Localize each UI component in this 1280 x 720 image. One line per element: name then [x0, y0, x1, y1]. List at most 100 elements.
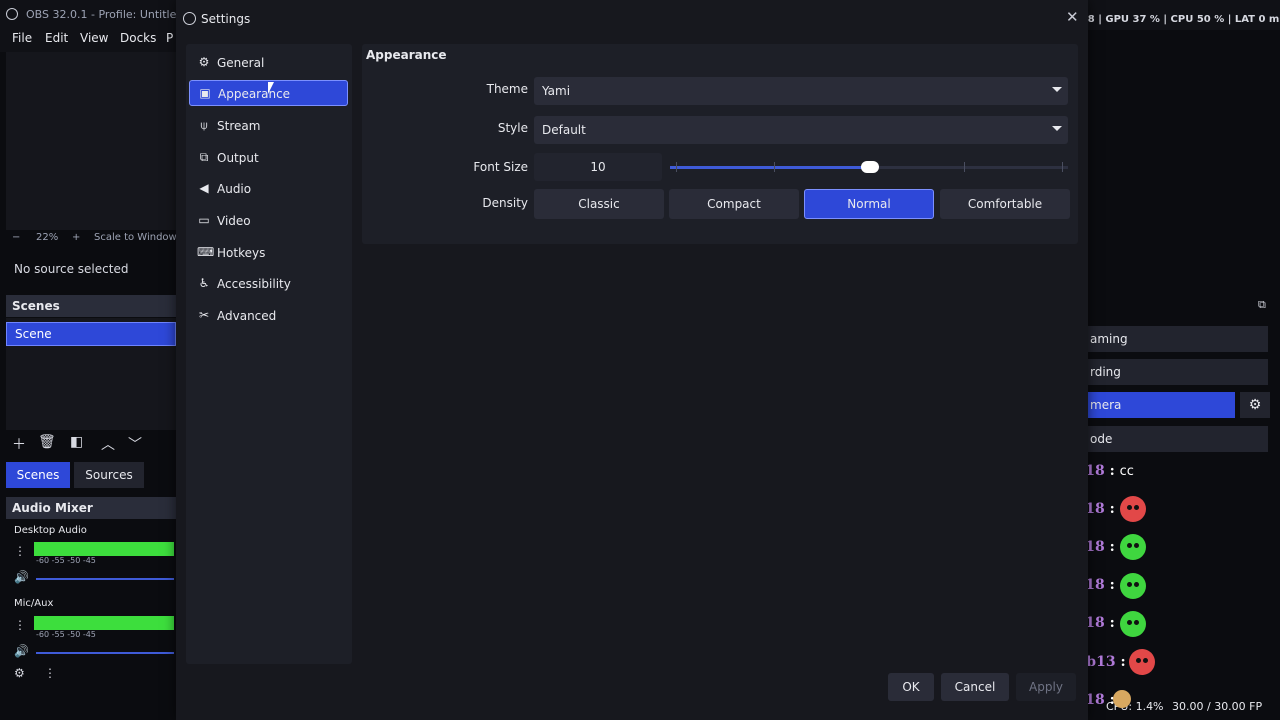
menu-file[interactable]: File	[12, 31, 32, 45]
density-normal-button[interactable]: Normal	[804, 189, 934, 219]
chat-colon: :	[1109, 577, 1115, 593]
sidebar-item-label: Accessibility	[217, 277, 291, 291]
tab-sources[interactable]: Sources	[74, 462, 144, 488]
slider-tick	[1062, 162, 1063, 172]
sidebar-item-advanced[interactable]: ✂ Advanced	[189, 303, 348, 329]
sidebar-item-accessibility[interactable]: ♿ Accessibility	[189, 271, 348, 297]
desktop-audio-menu-icon[interactable]: ⋮	[14, 544, 26, 558]
zoom-out-button[interactable]: −	[12, 232, 20, 243]
desktop-audio-label: Desktop Audio	[14, 525, 87, 536]
menu-edit[interactable]: Edit	[45, 31, 68, 45]
sidebar-item-label: Audio	[217, 182, 252, 196]
mic-aux-menu-icon[interactable]: ⋮	[14, 618, 26, 632]
sidebar-item-label: Video	[217, 214, 251, 228]
sidebar-item-stream[interactable]: ⍦ Stream	[189, 113, 348, 139]
mouse-cursor-icon	[268, 82, 274, 94]
scenes-header: Scenes	[6, 295, 176, 317]
move-up-icon[interactable]: ︿	[101, 434, 115, 454]
green-blob-emote-icon	[1120, 611, 1146, 637]
theme-value: Yami	[542, 84, 571, 98]
sidebar-item-hotkeys[interactable]: ⌨ Hotkeys	[189, 240, 348, 266]
sidebar-item-audio[interactable]: ◀ Audio	[189, 176, 348, 202]
move-down-icon[interactable]: ﹀	[128, 434, 142, 454]
theme-label: Theme	[486, 82, 528, 96]
menu-docks[interactable]: Docks	[120, 31, 156, 45]
menu-partial[interactable]: P	[166, 31, 173, 45]
desktop-audio-volume-slider[interactable]	[36, 578, 174, 580]
streaming-label: aming	[1090, 332, 1128, 346]
chat-colon: :	[1109, 501, 1115, 517]
sidebar-item-label: Hotkeys	[217, 246, 266, 260]
tab-scenes[interactable]: Scenes	[6, 462, 70, 488]
sidebar-item-general[interactable]: ⚙ General	[189, 50, 348, 76]
sidebar-item-label: General	[217, 56, 265, 70]
density-label: Density	[482, 196, 528, 210]
chat-text: cc	[1119, 464, 1134, 479]
start-recording-button[interactable]: rding	[1088, 359, 1268, 385]
mic-aux-label: Mic/Aux	[14, 598, 54, 609]
scenes-header-label: Scenes	[12, 299, 60, 313]
desktop-audio-speaker-icon[interactable]: 🔊	[14, 570, 29, 584]
red-robot-emote-icon	[1129, 649, 1155, 675]
wrench-icon: ✂	[198, 308, 210, 322]
ok-button[interactable]: OK	[888, 673, 934, 701]
slider-tick	[964, 162, 965, 172]
no-source-label: No source selected	[14, 262, 129, 276]
chevron-down-icon	[1052, 87, 1062, 92]
scene-list-item[interactable]: Scene	[6, 322, 176, 346]
mixer-settings-icon[interactable]: ⚙	[14, 666, 25, 680]
scene-filter-icon[interactable]: ◧	[70, 434, 83, 450]
theme-select[interactable]: Yami	[534, 77, 1068, 105]
scene-item-label: Scene	[15, 327, 52, 341]
density-comfortable-button[interactable]: Comfortable	[940, 189, 1070, 219]
density-compact-button[interactable]: Compact	[669, 189, 799, 219]
mic-aux-speaker-icon[interactable]: 🔊	[14, 644, 29, 658]
style-value: Default	[542, 123, 586, 137]
studio-mode-button[interactable]: ode	[1088, 426, 1268, 452]
green-headphones-emote-icon	[1120, 573, 1146, 599]
mic-aux-meter	[34, 616, 174, 630]
keyboard-icon: ⌨	[197, 245, 215, 259]
sidebar-item-label: Stream	[217, 119, 261, 133]
desktop-audio-meter	[34, 542, 174, 556]
remove-scene-icon[interactable]: 🗑	[38, 434, 56, 450]
font-size-spinbox[interactable]: 10	[534, 153, 662, 181]
zoom-value: 22%	[36, 232, 59, 243]
virtual-camera-label: mera	[1090, 398, 1122, 412]
add-scene-icon[interactable]: ＋	[12, 434, 26, 454]
virtual-camera-button[interactable]: mera	[1088, 392, 1235, 418]
sidebar-item-video[interactable]: ▭ Video	[189, 208, 348, 234]
gear-icon: ⚙	[198, 55, 210, 69]
font-size-slider-handle[interactable]	[861, 161, 879, 173]
green-face-emote-icon	[1120, 534, 1146, 560]
chevron-down-icon	[1052, 126, 1062, 131]
red-robot-emote-icon	[1120, 496, 1146, 522]
dock-float-icon[interactable]: ⧉	[1258, 298, 1266, 312]
section-title: Appearance	[366, 48, 447, 62]
sidebar-item-output[interactable]: ⧉ Output	[189, 145, 348, 171]
virtual-camera-gear-icon[interactable]: ⚙	[1240, 392, 1270, 418]
apply-button[interactable]: Apply	[1016, 673, 1076, 701]
slider-tick	[676, 162, 677, 172]
audio-mixer-label: Audio Mixer	[12, 501, 93, 515]
menu-view[interactable]: View	[80, 31, 108, 45]
output-icon: ⧉	[199, 150, 209, 164]
style-select[interactable]: Default	[534, 116, 1068, 144]
slider-tick	[774, 162, 775, 172]
mixer-more-icon[interactable]: ⋮	[44, 666, 56, 680]
cancel-button[interactable]: Cancel	[941, 673, 1009, 701]
zoom-in-button[interactable]: +	[72, 232, 80, 243]
preview-area[interactable]	[6, 52, 176, 230]
scale-to-window[interactable]: Scale to Window	[94, 232, 177, 243]
bear-emote-icon	[1113, 690, 1131, 708]
close-icon[interactable]: ✕	[1066, 8, 1079, 26]
desktop-audio-scale: -60 -55 -50 -45	[36, 556, 96, 565]
chat-colon: :	[1109, 539, 1115, 555]
start-streaming-button[interactable]: aming	[1088, 326, 1268, 352]
accessibility-icon: ♿	[198, 276, 210, 290]
density-classic-button[interactable]: Classic	[534, 189, 664, 219]
speaker-icon: ◀	[199, 181, 209, 195]
mic-aux-volume-slider[interactable]	[36, 652, 174, 654]
settings-title: Settings	[201, 12, 251, 26]
monitor-icon: ▭	[198, 213, 210, 227]
